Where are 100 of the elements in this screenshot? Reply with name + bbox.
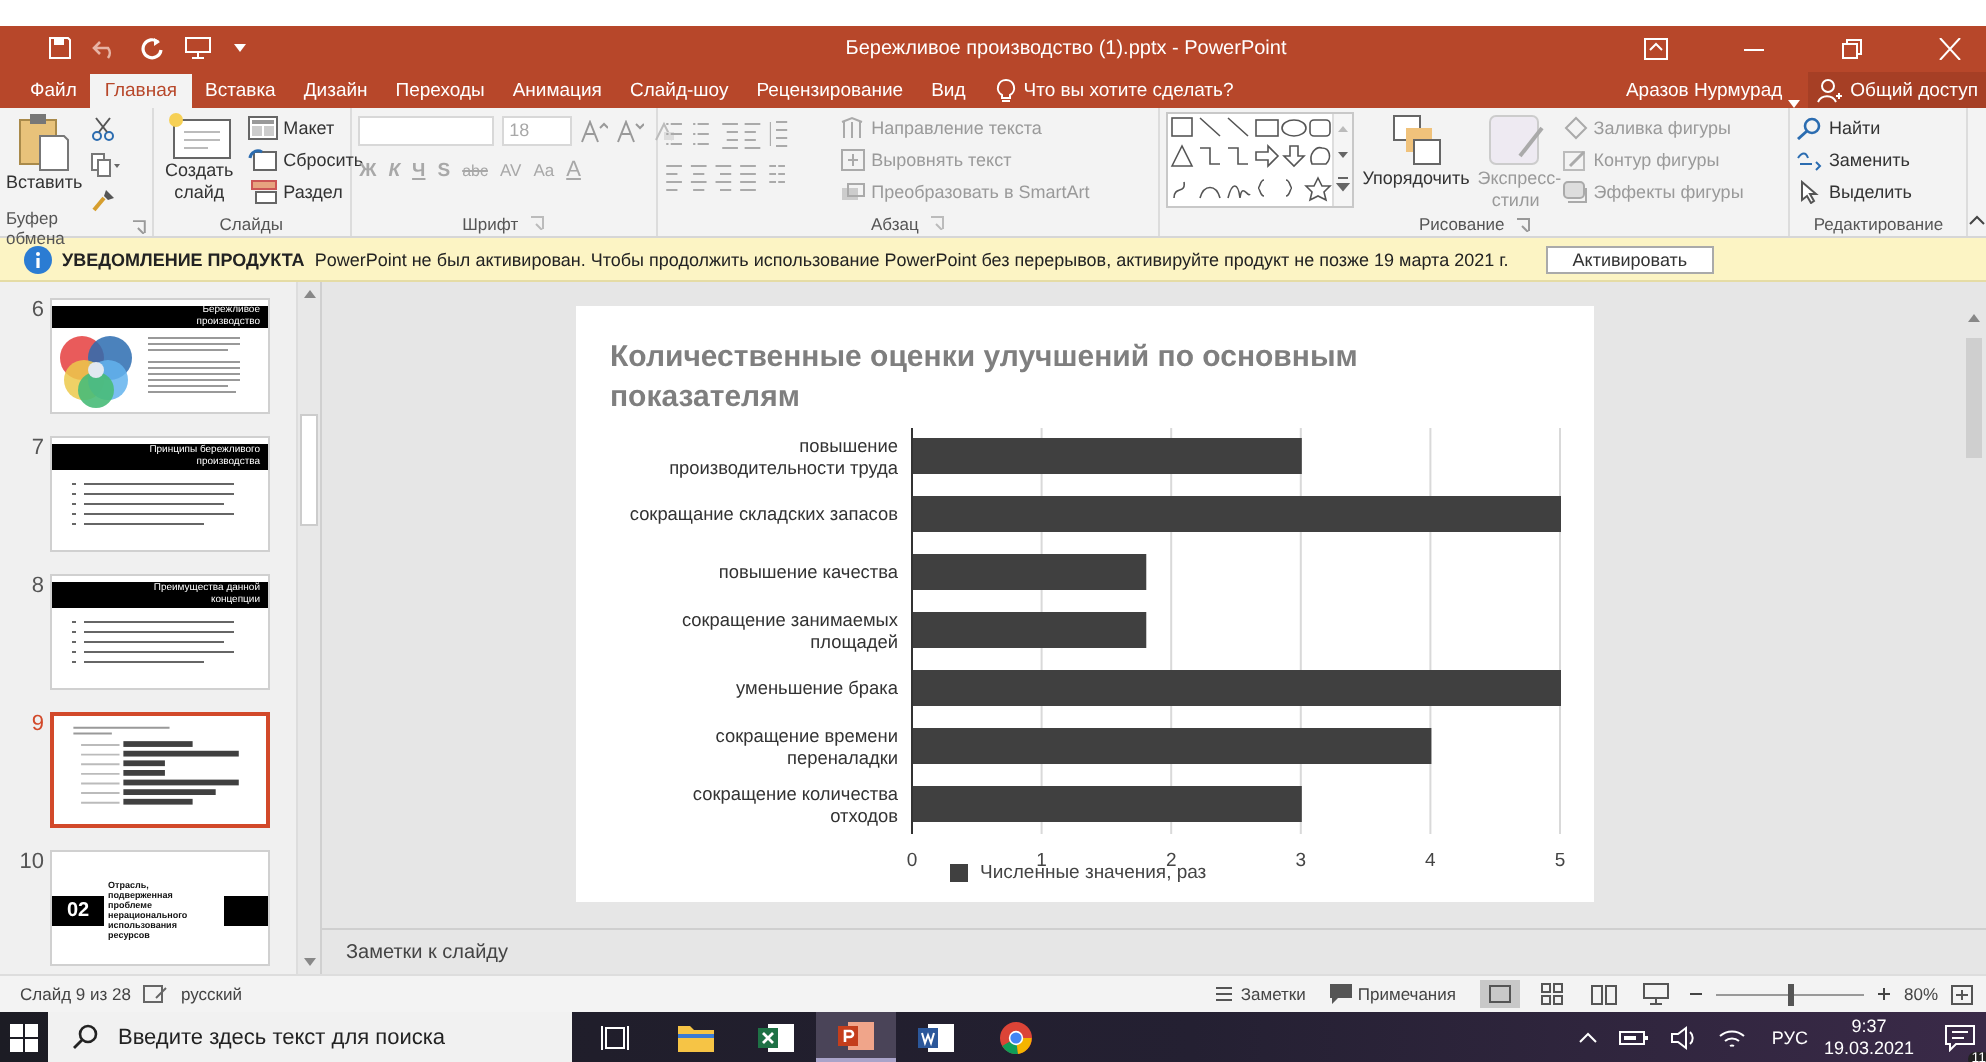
- share-button[interactable]: Общий доступ: [1808, 72, 1986, 108]
- ribbon-tab[interactable]: Файл: [16, 74, 91, 108]
- arrange-button[interactable]: Упорядочить: [1362, 112, 1470, 190]
- folder-icon: [678, 1023, 714, 1051]
- normal-view-icon[interactable]: [1479, 980, 1520, 1008]
- venn-diagram-drawing: [56, 332, 136, 408]
- ribbon-tab[interactable]: Вставка: [191, 74, 290, 108]
- caret-icon[interactable]: [232, 42, 248, 54]
- tick-label: 4: [1425, 850, 1436, 872]
- redo-icon[interactable]: [140, 36, 164, 60]
- align-text-icon: [839, 148, 866, 172]
- dialog-launcher-icon[interactable]: [1516, 217, 1531, 231]
- slide-command[interactable]: Раздел: [247, 178, 364, 206]
- ribbon-tab[interactable]: Вид: [917, 74, 980, 108]
- tick-label: 5: [1554, 850, 1566, 872]
- comments-button[interactable]: Примечания: [1329, 984, 1456, 1004]
- ribbon-tab[interactable]: Дизайн: [289, 74, 382, 108]
- speaker-icon[interactable]: [1669, 1025, 1698, 1049]
- group-label: Слайды: [219, 213, 283, 233]
- tell-me-field[interactable]: Что вы хотите сделать?: [1023, 80, 1234, 102]
- category-label: сокращение занимаемых площадей: [681, 609, 898, 653]
- category-label: сокращение количества отходов: [692, 783, 898, 827]
- ribbon-tab[interactable]: Главная: [90, 74, 192, 108]
- ribbon-tab[interactable]: Рецензирование: [742, 74, 918, 108]
- slide-number: 6: [29, 298, 44, 322]
- clock-time[interactable]: 9:37: [1851, 1015, 1887, 1037]
- lightbulb-icon: [995, 78, 1016, 104]
- tick-label: 0: [906, 850, 918, 872]
- ribbon-tab[interactable]: Слайд-шоу: [615, 74, 743, 108]
- group-label: Рисование: [1418, 214, 1505, 234]
- new-slide-button[interactable]: Создать слайд: [159, 112, 240, 204]
- paste-button[interactable]: Вставить: [6, 112, 83, 194]
- presenter-icon[interactable]: [184, 36, 212, 60]
- input-language[interactable]: РУС: [1771, 1027, 1808, 1047]
- shrink-font-icon[interactable]: [615, 119, 644, 143]
- scissors-icon[interactable]: [90, 116, 117, 142]
- thumbnail-title: 02: [66, 899, 90, 921]
- paint-bucket-icon: [1561, 116, 1588, 140]
- slide-command[interactable]: Сбросить: [247, 146, 364, 174]
- grow-font-icon[interactable]: [579, 119, 608, 143]
- maximize-icon[interactable]: [1840, 37, 1865, 59]
- dialog-launcher-icon[interactable]: [131, 220, 146, 234]
- ribbon-options-icon[interactable]: [1644, 37, 1669, 59]
- zoom-slider-thumb[interactable]: [1787, 983, 1794, 1005]
- scrollbar[interactable]: [296, 282, 320, 974]
- notice-label: УВЕДОМЛЕНИЕ ПРОДУКТА: [62, 249, 305, 269]
- activate-button[interactable]: Активировать: [1546, 245, 1714, 273]
- close-icon[interactable]: [1938, 37, 1963, 59]
- slide-number: 9: [29, 712, 44, 736]
- slide-number: 8: [29, 574, 44, 598]
- slide[interactable]: [576, 306, 1594, 902]
- taskbar-search-field[interactable]: Введите здесь текст для поиска: [48, 1012, 572, 1062]
- clock-date[interactable]: 19.03.2021: [1823, 1037, 1914, 1059]
- spellcheck-icon[interactable]: [142, 983, 169, 1005]
- ribbon-tab[interactable]: Анимация: [498, 74, 616, 108]
- collapse-ribbon-icon[interactable]: [1968, 214, 1986, 226]
- document-app-icon: [918, 1021, 954, 1053]
- zoom-level[interactable]: 80%: [1903, 984, 1938, 1004]
- save-icon[interactable]: [48, 36, 72, 60]
- format-painter-icon[interactable]: [90, 188, 117, 214]
- notice-message: PowerPoint не был активирован. Чтобы продолжить использование PowerPoint без перерывов, активируйте продукт не позже 19 марта 2021 г.: [314, 249, 1509, 269]
- person-icon: [1816, 77, 1843, 103]
- fit-slide-icon[interactable]: [1950, 983, 1974, 1005]
- spreadsheet-icon: [758, 1021, 794, 1053]
- editing-command[interactable]: Найти: [1796, 114, 1912, 142]
- notification-icon[interactable]: [1944, 1023, 1976, 1051]
- round-logo-icon: [1000, 1021, 1032, 1053]
- ribbon-tab[interactable]: Переходы: [381, 74, 499, 108]
- chart-title: Количественные оценки улучшений по основным показателям: [610, 338, 1360, 418]
- pencil-icon: [1561, 148, 1588, 172]
- window-title: Бережливое производство (1).pptx - PowerPoint: [845, 37, 1287, 59]
- scroll-up-icon[interactable]: [1963, 310, 1983, 326]
- chevron-up-icon[interactable]: [1577, 1030, 1598, 1044]
- editing-command[interactable]: Заменить: [1796, 146, 1912, 174]
- scroll-down-icon[interactable]: [299, 954, 319, 970]
- language-label[interactable]: русский: [180, 984, 242, 1004]
- shapes-gallery[interactable]: [1166, 112, 1355, 208]
- search-icon: [72, 1024, 98, 1050]
- layout-icon: [247, 116, 278, 140]
- slide-thumbnail[interactable]: [50, 712, 270, 828]
- editing-command[interactable]: Выделить: [1796, 178, 1912, 206]
- windows-logo-icon[interactable]: [10, 1023, 38, 1051]
- group-label: Шрифт: [462, 213, 519, 233]
- group-label: Буфер обмена: [6, 207, 67, 247]
- scroll-thumb[interactable]: [300, 414, 318, 526]
- scroll-up-icon[interactable]: [299, 286, 319, 302]
- tick-label: 2: [1165, 850, 1177, 872]
- category-label: повышение производительности труда: [669, 435, 898, 479]
- wifi-icon[interactable]: [1717, 1025, 1746, 1049]
- copy-icon[interactable]: [90, 152, 123, 178]
- font-name-field[interactable]: [357, 116, 494, 146]
- slide-counter: Слайд 9 из 28: [20, 984, 131, 1004]
- notes-placeholder[interactable]: Заметки к слайду: [346, 941, 508, 963]
- notes-button[interactable]: Заметки: [1214, 984, 1306, 1004]
- battery-icon[interactable]: [1617, 1027, 1650, 1047]
- smartart-icon: [839, 180, 866, 204]
- user-name[interactable]: Аразов Нурмурад: [1625, 74, 1783, 108]
- group-label: Редактирование: [1813, 213, 1944, 233]
- zoom-in-icon[interactable]: [1875, 986, 1892, 1002]
- notes-icon: [1214, 984, 1235, 1004]
